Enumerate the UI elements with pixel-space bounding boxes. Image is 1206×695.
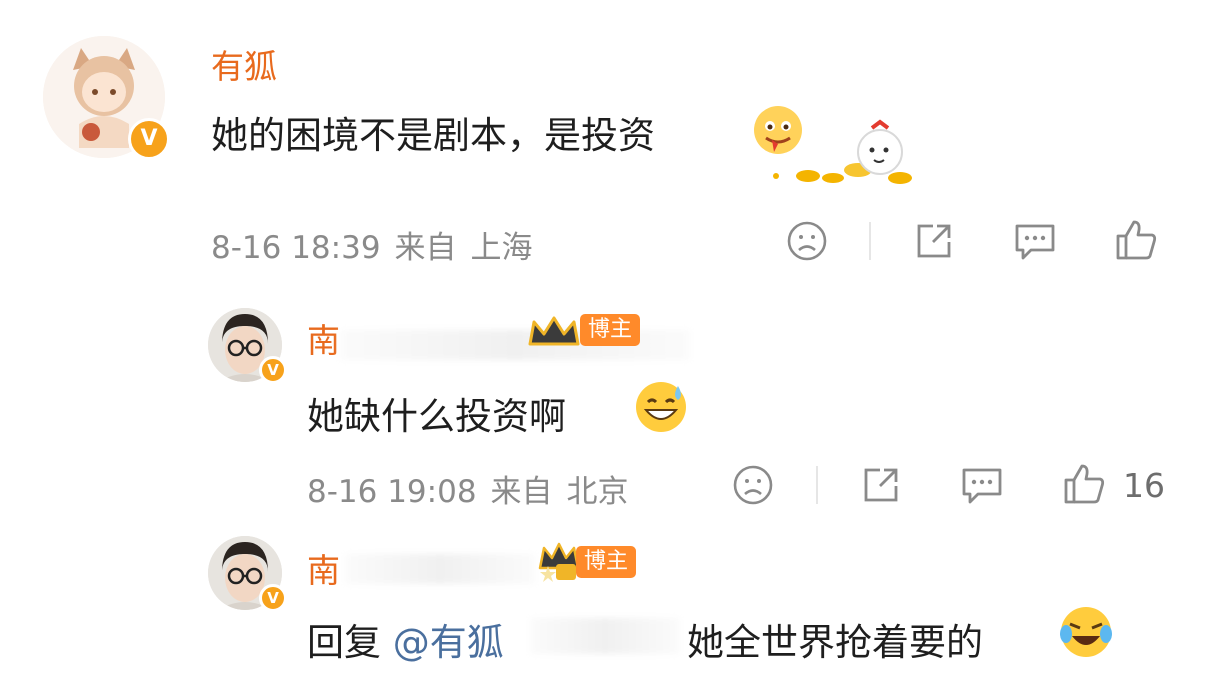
comment-meta: 8-16 19:08 来自 北京: [307, 466, 629, 511]
comment-2: V 南 博主 她缺什么投资啊 8-16 19:08 来自 北京 16: [0, 290, 1206, 520]
blogger-badge: 博主: [580, 314, 641, 346]
comment-date: 8-16 19:08: [307, 474, 477, 510]
thumbs-up-icon[interactable]: [1114, 218, 1158, 262]
comment-content: 她全世界抢着要的: [687, 621, 983, 664]
comment-from: 来自: [394, 230, 457, 266]
user-name[interactable]: 有狐: [211, 40, 277, 88]
comment-location: 北京: [566, 474, 629, 510]
comment-icon[interactable]: [960, 464, 1004, 506]
comment-text: 她缺什么投资啊: [307, 386, 566, 440]
user-name[interactable]: 南: [307, 314, 340, 362]
like-count: 16: [1123, 466, 1165, 505]
comment-meta: 8-16 18:39 来自 上海: [211, 222, 533, 267]
blogger-badge: 博主: [576, 546, 637, 578]
thumbs-up-icon[interactable]: [1062, 462, 1106, 506]
laughing-tears-emoji: [1060, 607, 1112, 657]
share-icon[interactable]: [860, 464, 902, 506]
reply-prefix: 回复: [307, 621, 381, 664]
comment-text: 她的困境不是剧本，是投资: [211, 105, 655, 159]
sad-face-icon[interactable]: [786, 220, 828, 262]
verified-badge: V: [259, 356, 287, 384]
verified-badge: V: [128, 118, 170, 160]
action-divider: [816, 466, 818, 504]
comment-text-tail: 她全世界抢着要的: [687, 612, 983, 666]
sad-face-icon[interactable]: [732, 464, 774, 506]
gold-ingots-sticker: [773, 119, 912, 184]
comment-date: 8-16 18:39: [211, 230, 381, 266]
redacted-text: [530, 618, 680, 654]
sweat-smile-emoji: [636, 382, 686, 432]
comment-from: 来自: [490, 474, 553, 510]
mention-link[interactable]: @有狐: [393, 621, 504, 664]
crown-icon: [528, 316, 580, 346]
comment-text: 回复 @有狐: [307, 612, 504, 666]
comment-location: 上海: [470, 230, 533, 266]
comment-content: 她的困境不是剧本，是投资: [211, 114, 655, 157]
redacted-name: [345, 554, 535, 584]
verified-badge: V: [259, 584, 287, 612]
action-divider: [869, 222, 871, 260]
share-icon[interactable]: [913, 220, 955, 262]
comment-1: V 有狐 她的困境不是剧本，是投资 8-16 18:39 来自 上海: [0, 0, 1206, 280]
comment-icon[interactable]: [1013, 220, 1057, 262]
comment-content: 她缺什么投资啊: [307, 395, 566, 438]
comment-3: V 南 博主 回复 @有狐 她全世界抢着要的: [0, 520, 1206, 695]
user-name[interactable]: 南: [307, 544, 340, 592]
